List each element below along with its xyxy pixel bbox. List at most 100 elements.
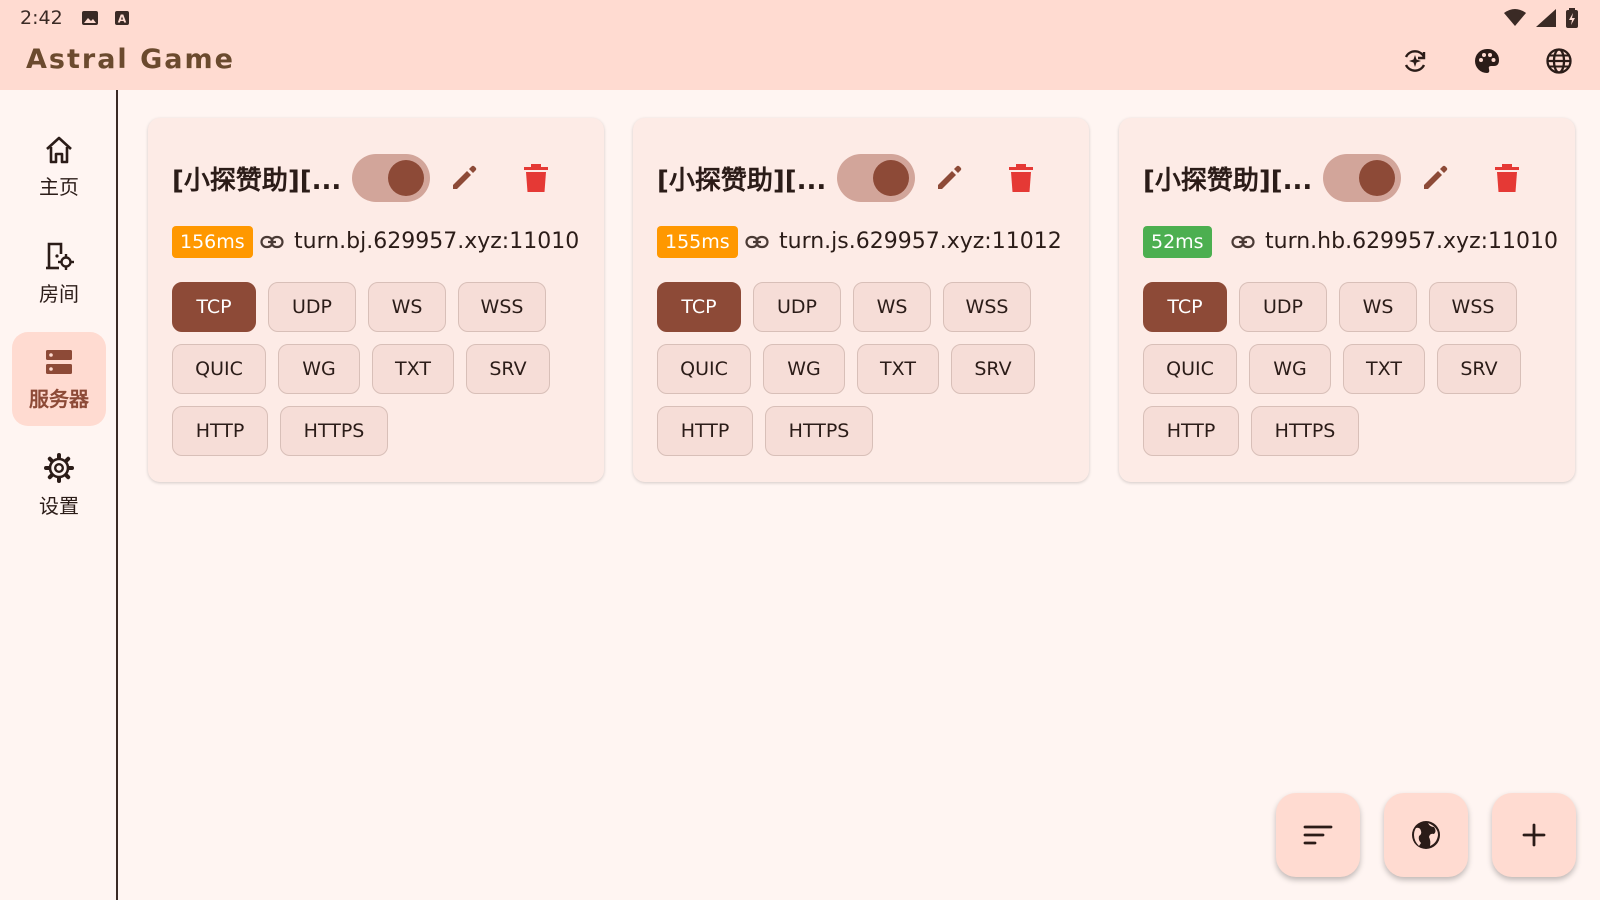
protocol-chip-https[interactable]: HTTPS xyxy=(280,406,388,456)
protocol-chip-https[interactable]: HTTPS xyxy=(765,406,873,456)
protocol-chip-row: QUIC WG TXT SRV xyxy=(172,344,592,394)
app-title: Astral Game xyxy=(26,44,235,75)
server-enable-toggle[interactable] xyxy=(1323,154,1401,202)
globe-icon xyxy=(1546,48,1572,74)
room-settings-icon xyxy=(46,242,74,270)
nav-item-server[interactable]: 服务器 xyxy=(12,332,106,426)
protocol-chip-srv[interactable]: SRV xyxy=(466,344,550,394)
protocol-chip-wss[interactable]: WSS xyxy=(943,282,1031,332)
protocol-chip-ws[interactable]: WS xyxy=(368,282,446,332)
trash-icon xyxy=(1009,164,1033,192)
protocol-chip-ws[interactable]: WS xyxy=(853,282,931,332)
sparkle-refresh-icon xyxy=(1404,50,1426,72)
nav-item-room[interactable]: 房间 xyxy=(12,226,106,320)
protocol-chip-wg[interactable]: WG xyxy=(763,344,845,394)
protocol-chip-wg[interactable]: WG xyxy=(278,344,360,394)
protocol-chip-tcp[interactable]: TCP xyxy=(172,282,256,332)
protocol-chip-row: QUIC WG TXT SRV xyxy=(1143,344,1563,394)
a-icon: A xyxy=(113,10,131,26)
theme-palette-button[interactable] xyxy=(1470,44,1504,78)
protocol-chip-quic[interactable]: QUIC xyxy=(1143,344,1237,394)
protocol-chip-http[interactable]: HTTP xyxy=(172,406,268,456)
protocol-chip-http[interactable]: HTTP xyxy=(657,406,753,456)
language-button[interactable] xyxy=(1542,44,1576,78)
delete-server-button[interactable] xyxy=(1487,158,1527,198)
status-time: 2:42 xyxy=(20,7,63,29)
server-host: turn.bj.629957.xyz:11010 xyxy=(294,229,580,254)
toggle-knob xyxy=(1359,160,1395,196)
protocol-chip-srv[interactable]: SRV xyxy=(1437,344,1521,394)
protocol-chip-row: TCP UDP WS WSS xyxy=(657,282,1077,332)
link-icon xyxy=(260,235,284,249)
toggle-knob xyxy=(873,160,909,196)
protocol-chips: TCP UDP WS WSS QUIC WG TXT SRV HTTP HTTPS xyxy=(172,282,592,468)
link-icon xyxy=(1231,235,1255,249)
top-bar: 2:42 A Astral Game xyxy=(0,0,1600,90)
server-name: [小探赞助][... xyxy=(1143,166,1313,196)
svg-text:A: A xyxy=(117,13,126,26)
protocol-chip-txt[interactable]: TXT xyxy=(372,344,454,394)
server-card: [小探赞助][... 52ms turn.hb.629957.xyz:11010… xyxy=(1119,118,1575,482)
protocol-chip-wss[interactable]: WSS xyxy=(1429,282,1517,332)
nav-item-settings[interactable]: 设置 xyxy=(12,438,106,532)
pencil-icon xyxy=(1424,165,1448,189)
protocol-chips: TCP UDP WS WSS QUIC WG TXT SRV HTTP HTTPS xyxy=(657,282,1077,468)
server-card: [小探赞助][... 155ms turn.js.629957.xyz:1101… xyxy=(633,118,1089,482)
navigation-rail: 主页 房间 服务器 设置 xyxy=(0,90,118,900)
protocol-chip-ws[interactable]: WS xyxy=(1339,282,1417,332)
edit-server-button[interactable] xyxy=(929,158,969,198)
protocol-chip-srv[interactable]: SRV xyxy=(951,344,1035,394)
add-icon xyxy=(1522,823,1546,847)
server-name: [小探赞助][... xyxy=(657,166,827,196)
protocol-chip-tcp[interactable]: TCP xyxy=(1143,282,1227,332)
latency-badge: 156ms xyxy=(172,226,253,258)
nav-item-home[interactable]: 主页 xyxy=(12,120,106,214)
server-enable-toggle[interactable] xyxy=(352,154,430,202)
protocol-chip-row: HTTP HTTPS xyxy=(172,406,592,456)
protocol-chip-row: TCP UDP WS WSS xyxy=(1143,282,1563,332)
add-server-button[interactable] xyxy=(1492,793,1576,877)
protocol-chip-tcp[interactable]: TCP xyxy=(657,282,741,332)
sort-button[interactable] xyxy=(1276,793,1360,877)
protocol-chip-quic[interactable]: QUIC xyxy=(172,344,266,394)
protocol-chip-wss[interactable]: WSS xyxy=(458,282,546,332)
nav-label-server: 服务器 xyxy=(29,386,89,411)
server-host: turn.hb.629957.xyz:11010 xyxy=(1265,229,1559,254)
toggle-knob xyxy=(388,160,424,196)
protocol-chip-udp[interactable]: UDP xyxy=(1239,282,1327,332)
protocol-chip-row: HTTP HTTPS xyxy=(1143,406,1563,456)
public-globe-icon xyxy=(1412,821,1440,849)
server-host: turn.js.629957.xyz:11012 xyxy=(779,229,1062,254)
protocol-chip-wg[interactable]: WG xyxy=(1249,344,1331,394)
edit-server-button[interactable] xyxy=(444,158,484,198)
protocol-chip-udp[interactable]: UDP xyxy=(268,282,356,332)
protocol-chip-txt[interactable]: TXT xyxy=(1343,344,1425,394)
signal-icon xyxy=(1536,9,1556,32)
protocol-chip-https[interactable]: HTTPS xyxy=(1251,406,1359,456)
gear-icon xyxy=(44,452,74,483)
protocol-chip-http[interactable]: HTTP xyxy=(1143,406,1239,456)
server-icon xyxy=(46,349,72,374)
nav-label-room: 房间 xyxy=(39,281,79,306)
protocol-chip-txt[interactable]: TXT xyxy=(857,344,939,394)
latency-badge: 52ms xyxy=(1143,226,1212,258)
sparkle-refresh-button[interactable] xyxy=(1398,44,1432,78)
nav-label-home: 主页 xyxy=(39,174,79,199)
wifi-icon xyxy=(1504,9,1526,32)
server-enable-toggle[interactable] xyxy=(837,154,915,202)
public-servers-button[interactable] xyxy=(1384,793,1468,877)
link-icon xyxy=(745,235,769,249)
trash-icon xyxy=(1495,164,1519,192)
delete-server-button[interactable] xyxy=(516,158,556,198)
sort-icon xyxy=(1303,825,1333,845)
protocol-chip-quic[interactable]: QUIC xyxy=(657,344,751,394)
app-bar-actions xyxy=(1398,44,1576,78)
protocol-chip-udp[interactable]: UDP xyxy=(753,282,841,332)
delete-server-button[interactable] xyxy=(1001,158,1041,198)
latency-badge: 155ms xyxy=(657,226,738,258)
image-icon xyxy=(81,10,99,26)
status-bar: 2:42 A xyxy=(0,0,1600,36)
nav-label-settings: 设置 xyxy=(39,493,79,518)
edit-server-button[interactable] xyxy=(1415,158,1455,198)
protocol-chip-row: QUIC WG TXT SRV xyxy=(657,344,1077,394)
